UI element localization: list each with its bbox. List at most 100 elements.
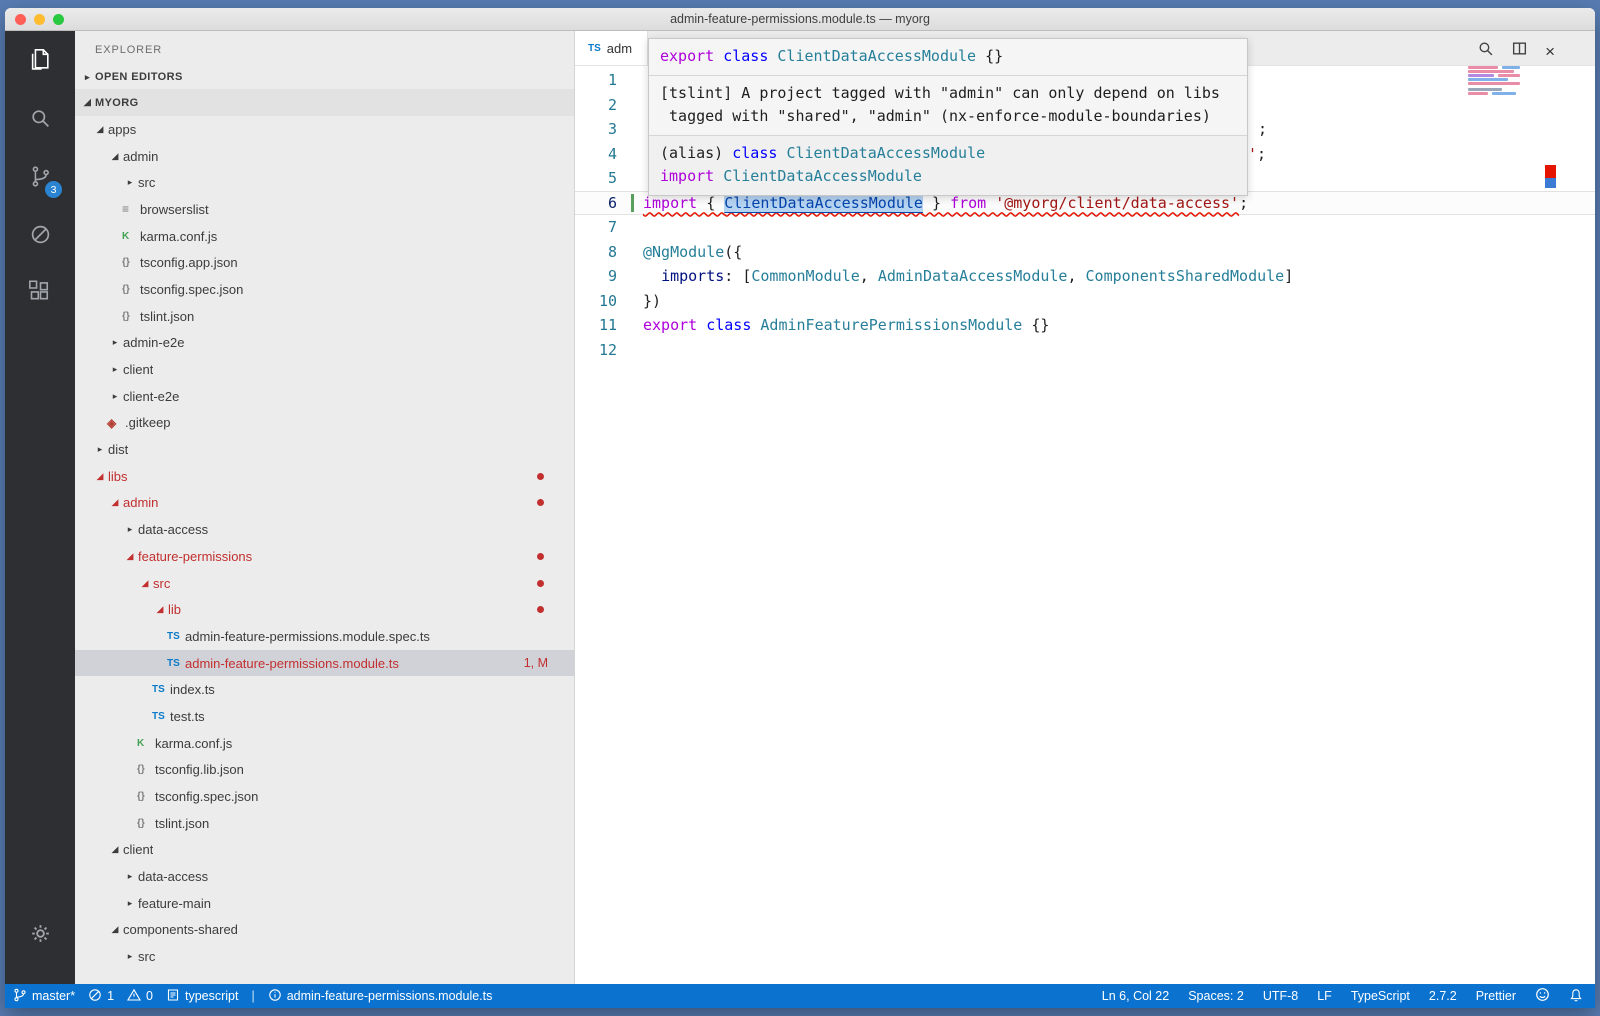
linter-status[interactable]: typescript: [166, 988, 239, 1005]
chevron-down-icon[interactable]: ◢: [107, 924, 123, 935]
tree-item-components-shared[interactable]: ◢components-shared: [75, 917, 574, 944]
tree-item-test.ts[interactable]: TStest.ts: [75, 703, 574, 730]
activity-source-control-button[interactable]: 3: [5, 147, 75, 205]
line-gutter: 10: [575, 289, 643, 314]
chevron-right-icon[interactable]: ▸: [122, 951, 138, 962]
tree-item-admin-feature-permissions.module.spec.ts[interactable]: TSadmin-feature-permissions.module.spec.…: [75, 623, 574, 650]
workspace-root-section[interactable]: ◢ MYORG: [75, 89, 574, 116]
settings-button[interactable]: [5, 904, 75, 962]
chevron-down-icon[interactable]: ◢: [107, 151, 123, 162]
git-file-icon: ◈: [107, 416, 125, 430]
tree-item-dist[interactable]: ▸dist: [75, 436, 574, 463]
tree-item-client-e2e[interactable]: ▸client-e2e: [75, 383, 574, 410]
tree-item-feature-permissions[interactable]: ◢feature-permissions: [75, 543, 574, 570]
line-number: 7: [608, 215, 617, 240]
tree-item-browserslist[interactable]: ≡browserslist: [75, 196, 574, 223]
git-branch-status[interactable]: master*: [13, 988, 75, 1005]
minimize-window-button[interactable]: [34, 14, 45, 25]
active-file-problems[interactable]: admin-feature-permissions.module.ts: [268, 988, 493, 1005]
code-editor[interactable]: 123;4';56import { ClientDataAccessModule…: [575, 66, 1595, 984]
tree-item-client[interactable]: ▸client: [75, 356, 574, 383]
chevron-down-icon[interactable]: ◢: [107, 844, 123, 855]
ts-version[interactable]: 2.7.2: [1429, 989, 1457, 1003]
linter-status-label: typescript: [185, 989, 239, 1003]
language-mode[interactable]: TypeScript: [1351, 989, 1410, 1003]
title-bar[interactable]: admin-feature-permissions.module.ts — my…: [5, 8, 1595, 31]
tree-item-src[interactable]: ▸src: [75, 943, 574, 970]
feedback-button[interactable]: [1535, 987, 1550, 1005]
formatter[interactable]: Prettier: [1476, 989, 1516, 1003]
tree-item-src[interactable]: ▸src: [75, 169, 574, 196]
chevron-down-icon[interactable]: ◢: [122, 551, 138, 562]
tree-item-admin-e2e[interactable]: ▸admin-e2e: [75, 330, 574, 357]
tree-item-data-access[interactable]: ▸data-access: [75, 863, 574, 890]
tree-item-libs[interactable]: ◢libs: [75, 463, 574, 490]
activity-explorer-button[interactable]: [5, 31, 75, 89]
tree-item-tslint.json[interactable]: {}tslint.json: [75, 810, 574, 837]
chevron-right-icon[interactable]: ▸: [122, 177, 138, 188]
tree-item-admin-feature-permissions.module.ts[interactable]: TSadmin-feature-permissions.module.ts1, …: [75, 650, 574, 677]
chevron-down-icon[interactable]: ◢: [137, 578, 153, 589]
error-count[interactable]: 1: [88, 988, 114, 1005]
encoding[interactable]: UTF-8: [1263, 989, 1298, 1003]
chevron-right-icon[interactable]: ▸: [80, 72, 95, 83]
chevron-down-icon[interactable]: ◢: [152, 604, 168, 615]
line-number: 10: [599, 289, 617, 314]
code-line-7[interactable]: 7: [575, 215, 1595, 240]
open-editors-section[interactable]: ▸ OPEN EDITORS: [75, 65, 574, 89]
tree-item-admin[interactable]: ◢admin: [75, 490, 574, 517]
search-in-editor-button[interactable]: [1477, 40, 1494, 62]
tree-item-tslint.json[interactable]: {}tslint.json: [75, 303, 574, 330]
chevron-down-icon[interactable]: ◢: [92, 471, 108, 482]
tree-item-tsconfig.lib.json[interactable]: {}tsconfig.lib.json: [75, 757, 574, 784]
tree-item-karma.conf.js[interactable]: Kkarma.conf.js: [75, 223, 574, 250]
activity-extensions-button[interactable]: [5, 263, 75, 321]
chevron-right-icon[interactable]: ▸: [107, 364, 123, 375]
code-line-9[interactable]: 9 imports: [CommonModule, AdminDataAcces…: [575, 264, 1595, 289]
code-line-10[interactable]: 10}): [575, 289, 1595, 314]
tree-item-.gitkeep[interactable]: ◈.gitkeep: [75, 410, 574, 437]
tree-item-index.ts[interactable]: TSindex.ts: [75, 676, 574, 703]
tree-item-tsconfig.spec.json[interactable]: {}tsconfig.spec.json: [75, 276, 574, 303]
close-editor-button[interactable]: ×: [1545, 43, 1555, 60]
warning-count[interactable]: 0: [127, 988, 153, 1005]
activity-debug-button[interactable]: [5, 205, 75, 263]
chevron-right-icon[interactable]: ▸: [107, 391, 123, 402]
minimap[interactable]: [1466, 66, 1532, 100]
tree-item-label: src: [153, 576, 170, 591]
chevron-right-icon[interactable]: ▸: [122, 871, 138, 882]
tree-item-feature-main[interactable]: ▸feature-main: [75, 890, 574, 917]
tree-item-apps[interactable]: ◢apps: [75, 116, 574, 143]
tree-item-karma.conf.js[interactable]: Kkarma.conf.js: [75, 730, 574, 757]
chevron-right-icon[interactable]: ▸: [107, 337, 123, 348]
split-editor-button[interactable]: [1511, 40, 1528, 62]
symbol-link[interactable]: ClientDataAccessModule: [724, 194, 923, 212]
indentation[interactable]: Spaces: 2: [1188, 989, 1244, 1003]
zoom-window-button[interactable]: [53, 14, 64, 25]
chevron-down-icon[interactable]: ◢: [107, 497, 123, 508]
code-line-12[interactable]: 12: [575, 338, 1595, 363]
tree-item-src[interactable]: ◢src: [75, 570, 574, 597]
tree-item-tsconfig.app.json[interactable]: {}tsconfig.app.json: [75, 249, 574, 276]
close-window-button[interactable]: [15, 14, 26, 25]
chevron-down-icon[interactable]: ◢: [92, 124, 108, 135]
tree-item-data-access[interactable]: ▸data-access: [75, 516, 574, 543]
hover-signature: export class ClientDataAccessModule {}: [649, 39, 1247, 75]
code-token: ': [1248, 145, 1257, 163]
code-line-8[interactable]: 8@NgModule({: [575, 240, 1595, 265]
chevron-right-icon[interactable]: ▸: [92, 444, 108, 455]
chevron-right-icon[interactable]: ▸: [122, 524, 138, 535]
tree-item-lib[interactable]: ◢lib: [75, 596, 574, 623]
code-line-11[interactable]: 11export class AdminFeaturePermissionsMo…: [575, 313, 1595, 338]
tree-item-tsconfig.spec.json[interactable]: {}tsconfig.spec.json: [75, 783, 574, 810]
tree-item-client[interactable]: ◢client: [75, 837, 574, 864]
cursor-position[interactable]: Ln 6, Col 22: [1102, 989, 1169, 1003]
activity-search-button[interactable]: [5, 89, 75, 147]
karma-file-icon: K: [137, 738, 155, 749]
chevron-down-icon[interactable]: ◢: [80, 97, 95, 108]
tab-admin-feature-permissions-module[interactable]: TS adm: [575, 31, 648, 65]
eol[interactable]: LF: [1317, 989, 1332, 1003]
chevron-right-icon[interactable]: ▸: [122, 898, 138, 909]
tree-item-admin[interactable]: ◢admin: [75, 143, 574, 170]
notifications-button[interactable]: [1569, 988, 1583, 1005]
